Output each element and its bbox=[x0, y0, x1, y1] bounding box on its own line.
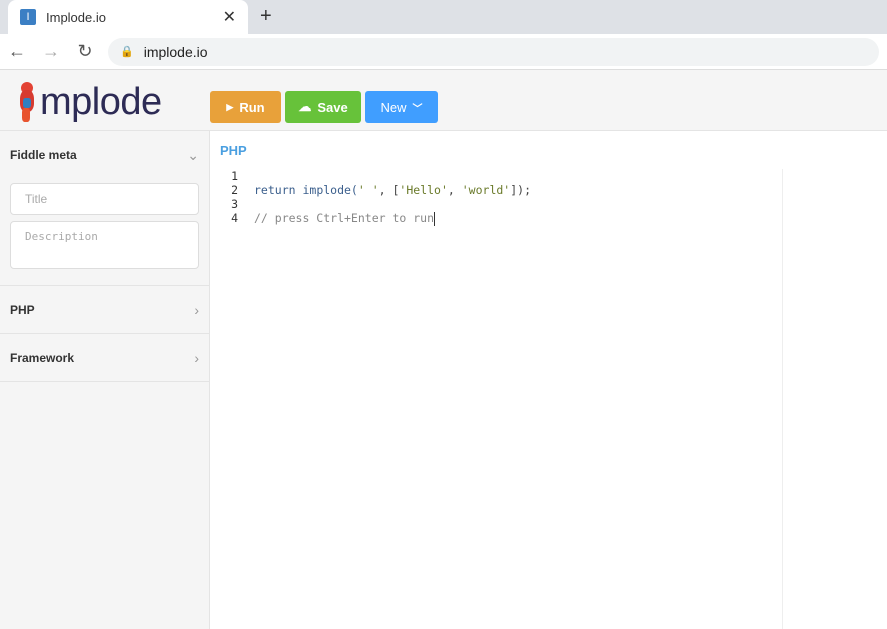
new-tab-icon[interactable]: + bbox=[260, 5, 272, 28]
favicon-icon: I bbox=[20, 9, 36, 25]
parrot-icon bbox=[18, 80, 38, 124]
chevron-down-icon: ﹀ bbox=[412, 103, 423, 115]
fiddle-meta-label: Fiddle meta bbox=[10, 148, 77, 162]
line-number: 3 bbox=[231, 197, 238, 211]
code-comment: // press Ctrl+Enter to run bbox=[254, 211, 435, 225]
framework-label: Framework bbox=[10, 350, 75, 365]
lock-icon: 🔒 bbox=[120, 46, 134, 58]
text-cursor bbox=[434, 211, 436, 226]
code-token: 'world' bbox=[461, 183, 511, 197]
code-token: implode( bbox=[295, 183, 358, 197]
description-input[interactable]: Description bbox=[10, 221, 199, 269]
php-section[interactable]: PHP › bbox=[0, 286, 209, 334]
url-text: implode.io bbox=[143, 43, 208, 60]
code-token: , [ bbox=[378, 183, 400, 197]
chevron-down-icon: ⌄ bbox=[187, 146, 199, 163]
code-editor[interactable]: 1 2 return implode(' ', ['Hello', 'world'… bbox=[210, 169, 531, 226]
fiddle-meta-panel: Title Description bbox=[0, 179, 209, 286]
language-label: PHP bbox=[220, 143, 247, 158]
chevron-right-icon: › bbox=[194, 301, 199, 318]
reload-icon[interactable]: ↻ bbox=[68, 41, 102, 62]
editor-area: PHP 1 2 return implode(' ', ['Hello', 'wo… bbox=[210, 131, 887, 629]
line-number: 1 bbox=[231, 169, 238, 183]
run-label: Run bbox=[239, 99, 265, 115]
php-label: PHP bbox=[10, 302, 35, 317]
close-tab-icon[interactable]: ✕ bbox=[223, 7, 236, 27]
save-button[interactable]: ☁ Save bbox=[285, 91, 361, 123]
line-number: 4 bbox=[231, 211, 238, 225]
tab-title: Implode.io bbox=[46, 9, 106, 25]
logo-text: mplode bbox=[40, 80, 162, 123]
new-button[interactable]: New ﹀ bbox=[365, 91, 438, 123]
forward-icon[interactable]: → bbox=[34, 41, 68, 62]
code-token: , bbox=[447, 183, 462, 197]
print-margin bbox=[782, 169, 783, 629]
url-input[interactable]: 🔒 implode.io bbox=[108, 37, 879, 66]
app-header: mplode ▶ Run ☁ Save New ﹀ bbox=[0, 70, 887, 131]
framework-section[interactable]: Framework › bbox=[0, 334, 209, 382]
address-bar-row: ← → ↻ 🔒 implode.io bbox=[0, 34, 887, 70]
play-icon: ▶ bbox=[226, 101, 234, 112]
browser-tab[interactable]: I Implode.io ✕ bbox=[8, 0, 248, 34]
run-button[interactable]: ▶ Run bbox=[210, 91, 281, 123]
code-line: 4 // press Ctrl+Enter to run bbox=[210, 211, 531, 226]
code-token: ' ' bbox=[357, 183, 379, 197]
chevron-right-icon: › bbox=[194, 349, 199, 366]
sidebar: Fiddle meta ⌄ Title Description PHP › Fram… bbox=[0, 131, 210, 629]
save-label: Save bbox=[317, 99, 348, 115]
code-line: 1 bbox=[210, 169, 531, 183]
code-line: 2 return implode(' ', ['Hello', 'world'])… bbox=[210, 183, 531, 197]
tab-bar: I Implode.io ✕ + bbox=[0, 0, 887, 34]
new-label: New bbox=[380, 99, 407, 115]
back-icon[interactable]: ← bbox=[0, 41, 34, 62]
code-token: ]); bbox=[510, 183, 531, 197]
code-token: 'Hello' bbox=[399, 183, 448, 197]
code-token: return bbox=[254, 183, 296, 197]
code-line: 3 bbox=[210, 197, 531, 211]
line-number: 2 bbox=[231, 183, 238, 197]
cloud-upload-icon: ☁ bbox=[298, 99, 312, 114]
logo[interactable]: mplode bbox=[18, 80, 162, 124]
fiddle-meta-toggle[interactable]: Fiddle meta ⌄ bbox=[0, 131, 209, 179]
title-input[interactable]: Title bbox=[10, 183, 199, 215]
